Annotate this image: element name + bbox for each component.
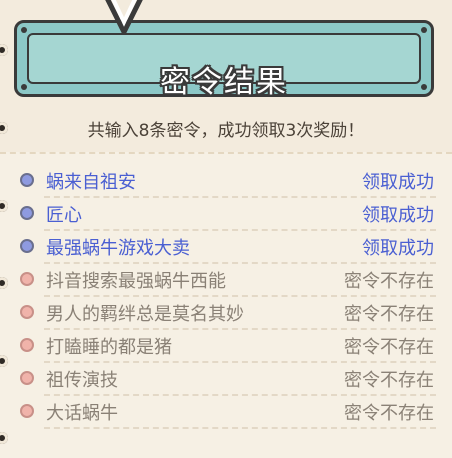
pink-dot-icon [20, 338, 34, 352]
result-row: 蜗来自祖安 领取成功 [18, 166, 436, 198]
result-status: 领取成功 [362, 238, 434, 259]
result-status: 密令不存在 [344, 304, 434, 325]
result-status: 密令不存在 [344, 337, 434, 358]
row-divider [44, 295, 436, 297]
result-code: 打瞌睡的都是猪 [46, 337, 172, 358]
result-code: 男人的羁绊总是莫名其妙 [46, 304, 244, 325]
result-status: 密令不存在 [344, 403, 434, 424]
result-row: 大话蜗牛 密令不存在 [18, 397, 436, 429]
blue-dot-icon [20, 239, 34, 253]
pink-dot-icon [20, 305, 34, 319]
result-summary: 共输入8条密令，成功领取3次奖励！ [87, 121, 365, 141]
title-banner-inner: 密令结果 [27, 33, 421, 100]
row-divider [44, 196, 436, 198]
result-status: 领取成功 [362, 205, 434, 226]
pink-dot-icon [20, 404, 34, 418]
result-code: 最强蜗牛游戏大卖 [46, 238, 190, 259]
result-row: 打瞌睡的都是猪 密令不存在 [18, 331, 436, 363]
nail-icon [21, 27, 27, 33]
nail-icon [421, 27, 427, 33]
page-title: 密令结果 [160, 65, 288, 100]
blue-dot-icon [20, 206, 34, 220]
result-row: 匠心 领取成功 [18, 199, 436, 231]
pink-dot-icon [20, 272, 34, 286]
row-divider [44, 427, 436, 429]
pushpin-icon [105, 0, 143, 35]
row-divider [44, 262, 436, 264]
pink-dot-icon [20, 371, 34, 385]
result-code: 祖传演技 [46, 370, 118, 391]
result-row: 抖音搜索最强蜗牛西能 密令不存在 [18, 265, 436, 297]
result-code: 匠心 [46, 205, 82, 226]
result-code: 抖音搜索最强蜗牛西能 [46, 271, 226, 292]
row-divider [44, 229, 436, 231]
result-row: 男人的羁绊总是莫名其妙 密令不存在 [18, 298, 436, 330]
result-row: 最强蜗牛游戏大卖 领取成功 [18, 232, 436, 264]
nail-icon [421, 84, 427, 90]
row-divider [44, 328, 436, 330]
nail-icon [21, 84, 27, 90]
result-code: 蜗来自祖安 [46, 172, 136, 193]
result-code: 大话蜗牛 [46, 403, 118, 424]
result-row: 祖传演技 密令不存在 [18, 364, 436, 396]
row-divider [44, 361, 436, 363]
result-status: 领取成功 [362, 172, 434, 193]
blue-dot-icon [20, 173, 34, 187]
title-banner: 密令结果 [14, 20, 434, 100]
result-status: 密令不存在 [344, 271, 434, 292]
result-status: 密令不存在 [344, 370, 434, 391]
row-divider [44, 394, 436, 396]
